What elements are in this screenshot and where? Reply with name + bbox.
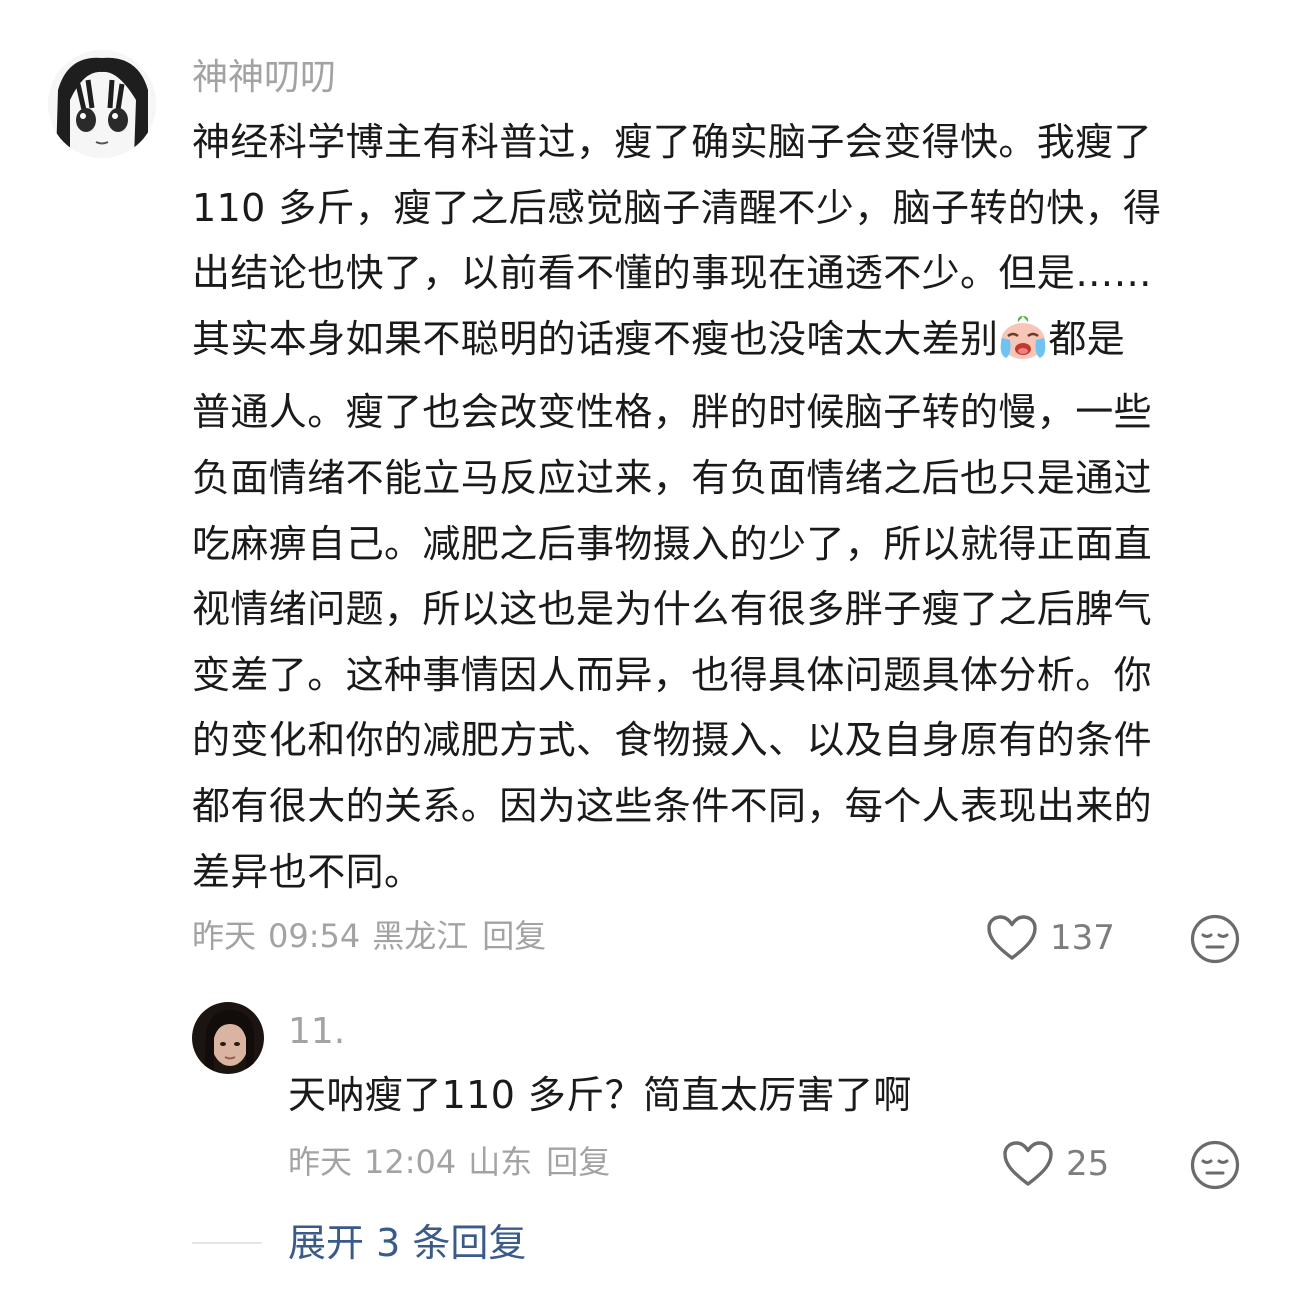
avatar[interactable] [48,50,156,158]
dislike-button[interactable] [1190,914,1240,968]
comment-text: 神经科学博主有科普过，瘦了确实脑子会变得快。我瘦了 110 多斤，瘦了之后感觉脑子… [192,110,1252,905]
comment-line: 出结论也快了，以前看不懂的事现在通透不少。但是…… [192,251,1153,296]
comment-line: 神经科学博主有科普过，瘦了确实脑子会变得快。我瘦了 [192,120,1153,164]
comment-meta: 昨天 09:54 黑龙江 回复 [192,916,558,956]
heart-outline-icon [1003,1141,1053,1186]
reply-time: 12:04 [364,1143,457,1181]
reply-button[interactable]: 回复 [482,917,546,955]
reply-dislike-button[interactable] [1190,1140,1240,1194]
username[interactable]: 神神叨叨 [192,56,336,100]
reply-avatar-photo [192,1002,264,1074]
like-count: 137 [1050,918,1115,958]
comment-line: 普通人。瘦了也会改变性格，胖的时候脑子转的慢，一些 [192,390,1153,435]
reply-meta: 昨天 12:04 山东 回复 [288,1142,622,1182]
comment-line: 负面情绪不能立马反应过来，有负面情绪之后也只是通过 [192,455,1153,500]
neutral-face-icon [1190,1140,1240,1190]
comment-line: 视情绪问题，所以这也是为什么有很多胖子瘦了之后脾气 [192,587,1153,632]
comment-line: 变差了。这种事情因人而异，也得具体问题具体分析。你 [192,652,1153,697]
expand-divider [192,1242,262,1244]
reply-reply-button[interactable]: 回复 [546,1143,610,1181]
reply-like-button[interactable]: 25 [1002,1140,1109,1188]
comment-line: 都是 [1048,316,1126,361]
reply-username[interactable]: 11. [288,1010,345,1054]
heart-outline-icon [987,915,1037,960]
crying-face-emoji-icon [998,314,1048,381]
reply-text: 天呐瘦了110 多斤？简直太厉害了啊 [288,1073,912,1117]
comment-line: 都有很大的关系。因为这些条件不同，每个人表现出来的 [192,783,1153,828]
avatar-illustration [48,50,156,158]
comment-line: 吃麻痹自己。减肥之后事物摄入的少了，所以就得正面直 [192,521,1153,566]
neutral-face-icon [1190,914,1240,964]
reply-date: 昨天 [288,1143,353,1181]
comment-line: 其实本身如果不聪明的话瘦不瘦也没啥太大差别 [192,316,999,361]
reply-avatar[interactable] [192,1002,264,1074]
expand-replies[interactable]: 展开 3 条回复 [192,1218,526,1268]
comment-line: 110 多斤，瘦了之后感觉脑子清醒不少，脑子转的快，得 [192,185,1162,230]
comment-time: 09:54 [268,917,361,955]
comment-line-with-emoji: 其实本身如果不聪明的话瘦不瘦也没啥太大差别 都是 [192,307,1252,381]
reply-like-count: 25 [1066,1144,1110,1184]
comment-date: 昨天 [192,917,257,955]
comment-line: 差异也不同。 [192,849,423,894]
comment-location: 黑龙江 [372,917,469,955]
expand-replies-label[interactable]: 展开 3 条回复 [288,1218,526,1268]
comment-line: 的变化和你的减肥方式、食物摄入、以及自身原有的条件 [192,718,1153,763]
like-button[interactable]: 137 [986,914,1115,962]
reply-location: 山东 [468,1143,533,1181]
